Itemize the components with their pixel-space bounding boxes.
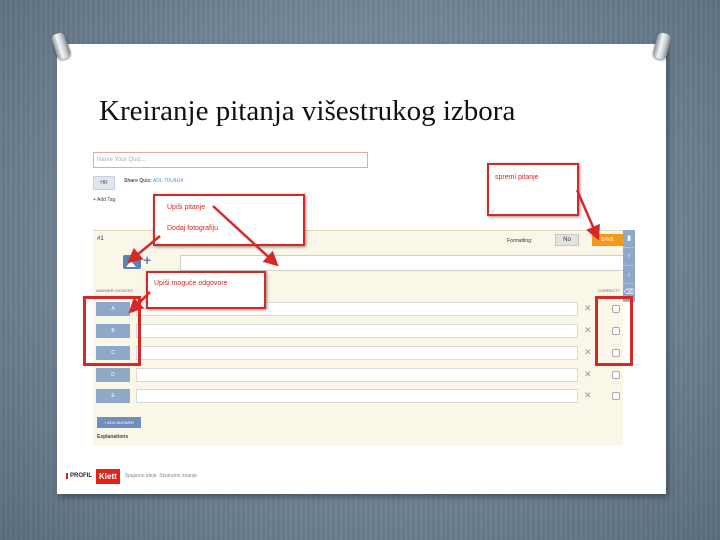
add-tag-link[interactable]: + Add Tag <box>93 197 115 203</box>
answers-highlight-frame <box>83 296 141 366</box>
correct-checkbox[interactable] <box>612 392 620 400</box>
correct-header: CORRECT? <box>598 288 621 293</box>
answer-letter: D <box>96 368 130 382</box>
answer-input[interactable] <box>136 346 578 360</box>
logo-profil: PROFIL <box>66 473 94 479</box>
arrow-up-icon[interactable]: ↑ <box>623 248 635 266</box>
question-panel: #1 Formatting: No SAVE + ANSWER CHOICES … <box>93 230 626 446</box>
answer-input[interactable] <box>136 389 578 403</box>
add-answer-button[interactable]: + ADD ANSWER <box>97 417 141 428</box>
delete-answer-icon[interactable]: ✕ <box>584 347 592 358</box>
question-input[interactable] <box>180 255 625 271</box>
explanations-label: Explanations <box>97 434 129 440</box>
callout-add-photo-text: Dodaj fotografiju <box>167 225 218 232</box>
answer-input[interactable] <box>136 368 578 382</box>
logo-slogan: Spajamo ideje. Stvaramo znanje. <box>124 473 199 479</box>
callout-write-answers-text: Upiši moguće odgovore <box>154 280 228 287</box>
delete-answer-icon[interactable]: ✕ <box>584 303 592 314</box>
callout-save-text: spremi pitanje <box>495 174 539 181</box>
question-side-toolbar: ▮ ↑ ↓ ⌫ <box>623 230 635 302</box>
answer-row: C ✕ <box>96 344 626 362</box>
callout-question: Upiši pitanje Dodaj fotografiju <box>153 194 305 246</box>
arrow-down-icon[interactable]: ↓ <box>623 266 635 284</box>
answer-choices-header: ANSWER CHOICES <box>96 288 133 293</box>
formatting-toggle[interactable]: No <box>555 234 579 246</box>
callout-answers: Upiši moguće odgovore <box>146 271 266 309</box>
answer-row: E ✕ <box>96 387 626 405</box>
save-button[interactable]: SAVE <box>592 234 623 246</box>
plus-icon[interactable]: + <box>143 252 151 268</box>
answer-row: D ✕ <box>96 366 626 384</box>
publisher-logo: PROFIL Klett Spajamo ideje. Stvaramo zna… <box>64 465 214 487</box>
callout-save: spremi pitanje <box>487 163 579 216</box>
delete-answer-icon[interactable]: ✕ <box>584 390 592 401</box>
language-flag[interactable]: HR <box>93 176 115 190</box>
question-number: #1 <box>97 236 104 242</box>
correct-checkbox[interactable] <box>612 371 620 379</box>
slide-title: Kreiranje pitanja višestrukog izbora <box>99 95 516 127</box>
correct-highlight-frame <box>595 296 633 366</box>
share-quiz: Share Quiz: ADL 7DU4U4 <box>124 178 183 184</box>
photo-icon[interactable] <box>123 255 141 269</box>
share-code[interactable]: ADL 7DU4U4 <box>153 178 183 184</box>
quiz-name-input[interactable]: Name Your Quiz... <box>93 152 368 168</box>
callout-write-question-text: Upiši pitanje <box>167 204 206 211</box>
delete-answer-icon[interactable]: ✕ <box>584 369 592 380</box>
logo-klett: Klett <box>96 468 120 484</box>
share-label: Share Quiz: <box>124 178 152 184</box>
copy-icon[interactable]: ▮ <box>623 230 635 248</box>
answer-row: B ✕ <box>96 322 626 340</box>
delete-answer-icon[interactable]: ✕ <box>584 325 592 336</box>
answer-letter: E <box>96 389 130 403</box>
answer-input[interactable] <box>136 324 578 338</box>
formatting-label: Formatting: <box>507 238 533 244</box>
